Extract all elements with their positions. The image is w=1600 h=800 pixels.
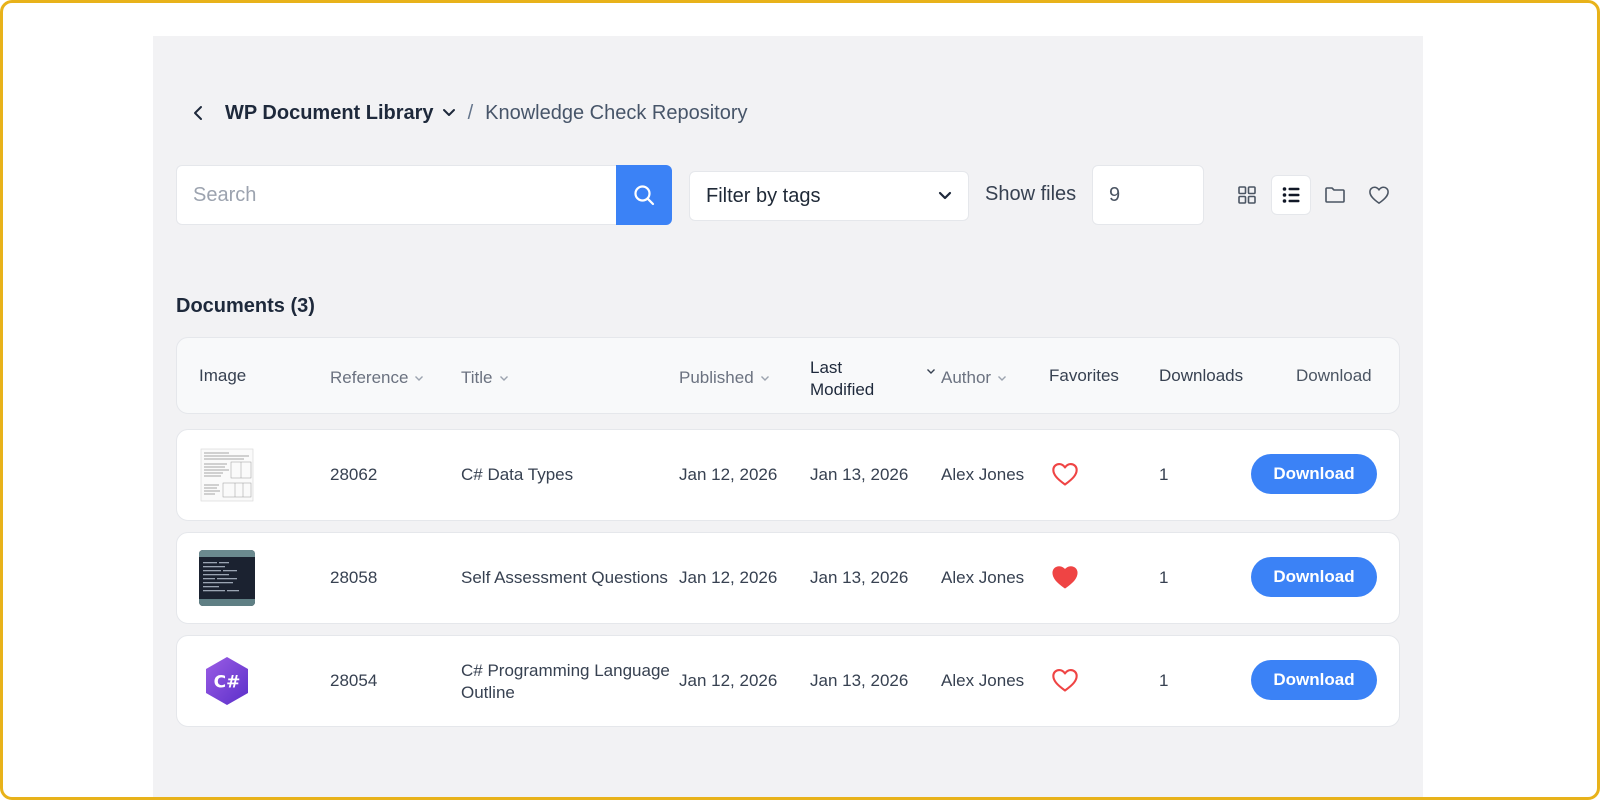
heart-filled-icon [1052,566,1078,589]
search-input[interactable] [176,165,616,225]
favorite-button[interactable] [1051,461,1079,489]
list-view-icon [1282,187,1300,203]
column-label: Published [679,368,754,387]
show-files-label: Show files [985,183,1077,205]
column-header-image: Image [199,366,246,386]
downloads-count-cell: 1 [1159,568,1169,587]
breadcrumb-current: Knowledge Check Repository [485,101,748,124]
column-label: Download [1296,366,1372,385]
window-frame: WP Document Library / Knowledge Check Re… [0,0,1600,800]
document-thumbnail [199,550,255,606]
table-row: 28058 Self Assessment Questions Jan 12, … [176,532,1400,624]
grid-view-button[interactable] [1227,175,1267,215]
column-header-author[interactable]: Author [941,368,1007,388]
title-link[interactable]: C# Programming Language Outline [461,660,670,704]
favorite-button[interactable] [1051,667,1079,695]
column-header-last-modified[interactable]: Last Modified [810,357,874,401]
title-line: C# Programming Language [461,661,670,680]
column-label: Image [199,366,247,385]
downloads-count-cell: 1 [1159,671,1169,690]
breadcrumb: WP Document Library / Knowledge Check Re… [187,100,748,126]
list-view-button[interactable] [1271,175,1311,215]
heart-outline-icon [1052,463,1078,486]
heart-outline-icon [1052,669,1078,692]
column-label: Favorites [1049,366,1119,385]
published-cell: Jan 12, 2026 [679,671,778,690]
sort-chevron-icon [760,375,770,382]
column-header-favorites: Favorites [1049,366,1119,386]
download-button[interactable]: Download [1251,660,1377,700]
column-header-published[interactable]: Published [679,368,770,388]
reference-cell: 28062 [330,465,378,484]
breadcrumb-separator: / [467,101,474,124]
search-icon [634,185,655,206]
table-row: C# 28054 C# Programming Language Outline… [176,635,1400,727]
modified-cell: Jan 13, 2026 [810,671,909,690]
filter-by-tags-select[interactable]: Filter by tags [689,171,969,221]
column-label: Last [810,358,843,377]
show-files-input[interactable] [1092,165,1204,225]
downloads-count-cell: 1 [1159,465,1169,484]
modified-cell: Jan 13, 2026 [810,568,909,587]
sort-active-chevron-icon[interactable] [926,368,936,375]
title-link[interactable]: Self Assessment Questions [461,568,668,588]
csharp-logo-thumbnail: C# [199,653,255,709]
column-label: Reference [330,368,409,387]
author-cell: Alex Jones [941,568,1025,587]
heart-outline-icon [1369,186,1389,204]
column-header-download: Download [1296,366,1372,386]
document-library-panel: WP Document Library / Knowledge Check Re… [153,36,1423,797]
csharp-logo-text: C# [214,673,241,693]
sort-chevron-icon [414,375,424,382]
title-link[interactable]: C# Data Types [461,465,573,485]
modified-cell: Jan 13, 2026 [810,465,909,484]
column-header-title[interactable]: Title [461,368,509,388]
document-thumbnail [199,447,255,503]
table-row: 28062 C# Data Types Jan 12, 2026 Jan 13,… [176,429,1400,521]
chevron-down-icon[interactable] [442,108,456,118]
search-bar [176,165,672,225]
chevron-down-icon [938,191,952,200]
download-button[interactable]: Download [1251,454,1377,494]
breadcrumb-root-link[interactable]: WP Document Library [225,102,434,125]
filter-select-label: Filter by tags [706,184,821,207]
table-header: Image Reference Title Published Last Mod… [176,337,1400,414]
chevron-left-icon [194,106,202,120]
column-header-downloads: Downloads [1159,366,1243,386]
title-line: Outline [461,683,515,702]
sort-chevron-icon [997,375,1007,382]
documents-heading: Documents (3) [176,295,315,317]
favorites-view-button[interactable] [1359,175,1399,215]
folder-icon [1325,187,1345,203]
grid-view-icon [1238,186,1256,204]
search-button[interactable] [616,165,672,225]
column-header-reference[interactable]: Reference [330,368,424,388]
download-button[interactable]: Download [1251,557,1377,597]
back-button[interactable] [187,102,209,124]
author-cell: Alex Jones [941,671,1025,690]
reference-cell: 28054 [330,671,378,690]
column-label: Author [941,368,992,387]
reference-cell: 28058 [330,568,378,587]
published-cell: Jan 12, 2026 [679,568,778,587]
author-cell: Alex Jones [941,465,1025,484]
favorite-button[interactable] [1051,564,1079,592]
column-label: Title [461,368,493,387]
sort-chevron-icon [499,375,509,382]
column-label: Downloads [1159,366,1244,385]
published-cell: Jan 12, 2026 [679,465,778,484]
folder-view-button[interactable] [1315,175,1355,215]
column-label: Modified [810,380,875,399]
